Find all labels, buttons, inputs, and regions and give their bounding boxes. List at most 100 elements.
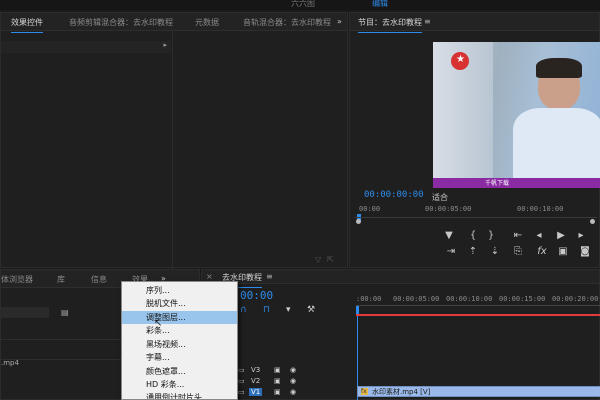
timeline-playhead[interactable] [356,306,359,314]
track-label[interactable]: V2 [251,377,260,385]
menu-item-bars-and-tone[interactable]: 彩条... [122,324,237,337]
panel-menu-icon[interactable]: ≡ [266,272,273,281]
video-caption: 千帆下载 [485,180,510,187]
program-tabbar: 节目：去水印教程 ≡ [350,13,599,33]
workspace-tab-editing[interactable]: 编辑 [372,0,388,9]
panel-menu-icon[interactable]: ≡ [424,17,431,26]
fx-icon[interactable]: fx [535,246,549,257]
fx-badge-icon: fx [361,388,368,395]
fit-dropdown[interactable]: 适合 [432,192,448,203]
clip-label: 水印素材.mp4 [V] [372,388,431,396]
sync-lock-icon[interactable]: ▣ [274,377,281,385]
menu-item-offline-file[interactable]: 脱机文件... [122,297,237,310]
render-bar [356,314,600,316]
lift-icon[interactable]: ⇡ [466,246,480,257]
extract-icon[interactable]: ⇣ [488,246,502,257]
timeline-timecode[interactable]: 00:00 [240,289,273,302]
eye-icon[interactable]: ◉ [290,377,296,385]
effect-header-row: ▸ [1,41,171,53]
divider [1,359,121,360]
tab-audio-clip-mixer[interactable]: 音频剪辑混合器：去水印教程 [69,17,173,28]
add-marker-icon[interactable]: ▾ [286,305,291,315]
effect-controls-panel: 效果控件 音频剪辑混合器：去水印教程 元数据 音轨混合器：去水印教程 » ▸ ▽… [0,12,348,269]
eye-icon[interactable]: ◉ [290,366,296,374]
menu-item-black-video[interactable]: 黑场视频... [122,338,237,351]
tab-info[interactable]: 信息 [91,274,107,285]
ruler-label: 00:00 [359,205,381,213]
video-frame: ★ 千帆下载 [433,42,600,188]
person-shirt [513,108,600,178]
timeline-ruler[interactable]: :00:00 00:00:05:00 00:00:10:00 00:00:15:… [356,294,600,316]
panel-divider [172,31,173,269]
ruler-label: 00:00:05:00 [425,205,472,213]
workspace-tab[interactable]: 六六图 [291,0,315,9]
wrench-icon[interactable]: ⚒ [307,305,315,315]
tab-metadata[interactable]: 元数据 [195,17,219,28]
video-caption-bar: 千帆下载 [433,178,600,188]
add-marker-icon[interactable]: ▼ [442,230,456,241]
export-icon[interactable]: ⇱ [327,255,334,264]
play-icon[interactable]: ▶ [554,230,568,241]
scroll-handle[interactable] [356,219,361,224]
ruler-label: 00:00:15:00 [499,295,546,303]
step-forward-icon[interactable]: ▸ [574,230,588,241]
menu-item-countdown[interactable]: 通用倒计时片头... [122,391,237,399]
export-frame-icon[interactable]: ⎘ [511,246,525,257]
scroll-handle[interactable] [590,219,595,224]
menu-item-captions[interactable]: 字幕... [122,351,237,364]
ruler-label: :00:00 [356,295,382,303]
person-hair [536,58,582,78]
ruler-label: 00:00:10:00 [517,205,564,213]
tab-effect-controls[interactable]: 效果控件 [11,17,43,33]
ruler-label: 00:00:20:00 [552,295,599,303]
mark-out-icon[interactable]: } [484,230,498,241]
track-lock-icon[interactable]: ▭ [238,377,245,385]
track-label[interactable]: V1 [249,388,263,396]
channel-logo-glyph: ★ [456,54,465,65]
new-item-context-menu: 序列... 脱机文件... 调整图层... 彩条... 黑场视频... 字幕..… [121,281,238,400]
linked-selection-icon[interactable]: ⊓ [263,305,270,315]
mark-in-icon[interactable]: { [466,230,480,241]
program-timecode[interactable]: 00:00:00:00 [364,190,424,200]
track-lock-icon[interactable]: ▭ [238,388,245,396]
sync-lock-icon[interactable]: ▣ [274,366,281,374]
source-tabbar: 效果控件 音频剪辑混合器：去水印教程 元数据 音轨混合器：去水印教程 » [1,13,347,33]
ruler-label: 00:00:05:00 [393,295,440,303]
zoom-scrollbar[interactable] [354,217,597,224]
snap-icon[interactable]: ∩ [240,305,247,315]
track-lock-icon[interactable]: ▭ [238,366,245,374]
ruler-baseline [356,305,600,306]
ruler-label: 00:00:10:00 [446,295,493,303]
workspace-bar: 六六图 编辑 [0,0,600,10]
close-icon[interactable]: × [206,272,213,281]
filter-icon[interactable]: ▽ [315,255,321,264]
menu-item-color-matte[interactable]: 颜色遮罩... [122,365,237,378]
menu-item-hd-bars[interactable]: HD 彩条... [122,378,237,391]
divider [1,339,121,340]
eye-icon[interactable]: ◉ [290,388,296,396]
program-monitor-title[interactable]: 节目：去水印教程 [358,17,422,33]
channel-logo-icon: ★ [451,52,469,70]
comparison-view-icon[interactable]: ▣ [556,246,570,257]
video-clip[interactable]: fx 水印素材.mp4 [V] [357,386,600,397]
new-bin-icon[interactable]: ▤ [61,308,69,317]
menu-item-sequence[interactable]: 序列... [122,284,237,297]
program-monitor: 节目：去水印教程 ≡ ★ 千帆下载 00:00:00:00 适合 00:00 0… [349,12,600,268]
sync-lock-icon[interactable]: ▣ [274,388,281,396]
go-to-in-icon[interactable]: ⇤ [511,230,525,241]
search-input[interactable] [1,307,49,318]
project-file-item[interactable]: .mp4 [1,359,19,367]
play-only-icon[interactable]: ▸ [163,41,167,49]
track-label[interactable]: V3 [251,366,260,374]
timeline-tabbar: × 去水印教程 ≡ [202,270,599,288]
tab-library[interactable]: 库 [57,274,65,285]
camera-icon[interactable]: ◙ [578,246,592,257]
panel-overflow-icon[interactable]: » [337,17,342,26]
menu-item-adjustment-layer[interactable]: 调整图层... [122,311,237,324]
go-to-out-icon[interactable]: ⇥ [444,246,458,257]
tab-media-browser[interactable]: 体浏览器 [1,274,33,285]
mouse-cursor-icon: ↖ [154,318,163,329]
timeline-panel: × 去水印教程 ≡ 00:00 ∩ ⊓ ▾ ⚒ :00:00 00:00:05:… [201,269,600,400]
step-back-icon[interactable]: ◂ [532,230,546,241]
tab-audio-track-mixer[interactable]: 音轨混合器：去水印教程 [243,17,331,28]
